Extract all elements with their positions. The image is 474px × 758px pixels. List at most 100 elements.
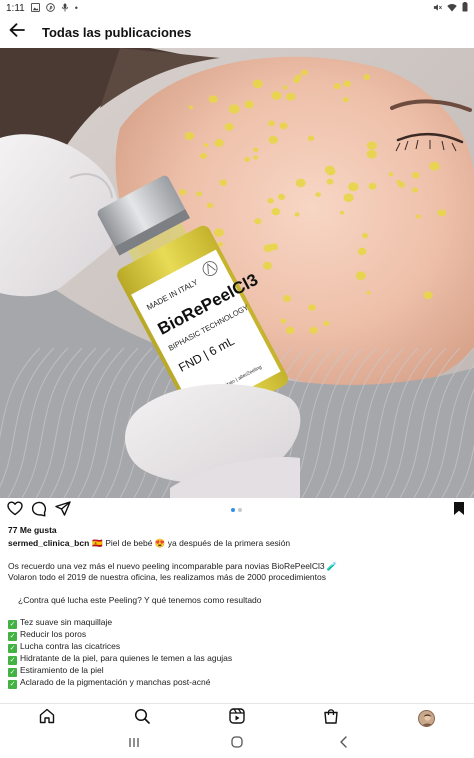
check-icon: ✓ [8,620,17,629]
caption-headline: 🇪🇸 Piel de bebé 😍 ya después de la prime… [92,538,291,548]
serum-droplet [271,207,281,216]
benefit-item: ✓ Aclarado de la pigmentación y manchas p… [8,677,466,689]
serum-droplet [363,74,370,80]
carousel-dots [231,508,242,512]
serum-droplet [214,138,224,147]
serum-droplet [271,91,282,100]
serum-droplet [307,135,315,142]
system-nav [0,731,474,758]
serum-droplet [267,197,274,204]
serum-droplet [357,247,367,256]
serum-droplet [285,326,295,335]
nav-profile[interactable] [417,709,435,727]
home-circle-icon [231,735,243,753]
check-icon: ✓ [8,632,17,641]
serum-droplet [244,157,251,162]
nav-reels[interactable] [228,707,246,727]
benefit-item: ✓ Hidratante de la piel, para quienes le … [8,653,466,665]
serum-droplet [362,233,369,239]
serum-droplet [244,100,254,109]
serum-droplet [333,83,341,90]
carousel-dot [238,508,242,512]
serum-droplet [280,318,287,324]
serum-droplet [184,132,195,140]
serum-droplet [179,189,187,196]
serum-droplet [200,152,207,159]
system-back-button[interactable] [336,736,350,751]
serum-droplet [308,304,316,311]
back-arrow-icon [9,22,25,42]
likes-count[interactable]: 77 Me gusta [8,525,57,535]
share-button[interactable] [54,501,72,520]
caption-username[interactable]: sermed_clinica_bcn [8,538,89,548]
save-button[interactable] [450,502,468,520]
benefit-item: ✓ Lucha contra las cicatrices [8,641,466,653]
serum-droplet [279,122,288,130]
pinterest-icon [45,2,55,14]
serum-droplet [366,290,371,295]
serum-droplet [263,244,273,253]
serum-droplet [224,123,234,131]
wifi-icon [447,3,457,14]
serum-droplet [355,271,366,280]
benefit-label: Aclarado de la pigmentación y manchas po… [20,677,211,687]
benefit-item: ✓ Estiramiento de la piel [8,665,466,677]
serum-droplet [309,326,318,334]
serum-droplet [348,182,359,192]
caption-first-line: sermed_clinica_bcn 🇪🇸 Piel de bebé 😍 ya d… [8,538,466,550]
serum-droplet [252,79,263,89]
caption-line: Os recuerdo una vez más el nuevo peeling… [8,560,338,571]
serum-droplet [412,172,420,179]
bottom-nav [0,703,474,731]
serum-droplet [254,218,262,225]
check-icon: ✓ [8,680,17,689]
serum-droplet [415,214,421,219]
serum-droplet [282,295,291,302]
app-bar: Todas las publicaciones [0,16,474,48]
serum-droplet [208,95,218,103]
like-button[interactable] [6,501,24,521]
comment-button[interactable] [30,501,48,522]
gallery-icon [30,2,40,14]
benefit-item: ✓ Reducir los poros [8,629,466,641]
battery-icon [462,2,468,14]
caption-line: Volaron todo el 2019 de nuestra oficina,… [8,572,326,582]
dot-icon: • [74,2,78,13]
back-button[interactable] [0,16,34,48]
recent-apps-button[interactable] [127,737,141,751]
system-home-button[interactable] [230,735,244,753]
profile-avatar [417,709,435,727]
serum-droplet [437,209,447,217]
status-right [433,2,468,14]
serum-droplet [294,212,300,217]
nav-shop[interactable] [322,708,340,727]
nav-home[interactable] [38,708,56,729]
serum-droplet [343,80,352,87]
nav-search[interactable] [133,708,151,727]
serum-droplet [262,261,273,270]
mic-icon [61,2,69,14]
serum-droplet [429,161,440,171]
serum-droplet [217,242,224,247]
carousel-dot [231,508,235,512]
status-left: 1:11 • [6,2,78,14]
serum-droplet [282,85,288,90]
status-bar: 1:11 • [0,0,474,16]
benefit-label: Estiramiento de la piel [20,665,104,675]
serum-droplet [339,210,345,215]
comment-icon [31,501,47,522]
caption-question: ¿Contra qué lucha este Peeling? Y qué te… [18,594,262,605]
serum-droplet [343,193,354,202]
serum-droplet [295,178,306,188]
serum-droplet [277,193,286,200]
recent-apps-icon [128,735,140,753]
serum-droplet [253,155,258,160]
heart-icon [7,501,23,521]
status-time: 1:11 [6,2,25,14]
serum-droplet [253,147,259,152]
page-title: Todas las publicaciones [42,24,192,40]
benefit-label: Reducir los poros [20,629,87,639]
serum-droplet [412,187,419,193]
home-icon [39,708,55,729]
post-image[interactable]: MADE IN ITALY BioRePeelCl3 BIPHASIC TECH… [0,48,474,498]
